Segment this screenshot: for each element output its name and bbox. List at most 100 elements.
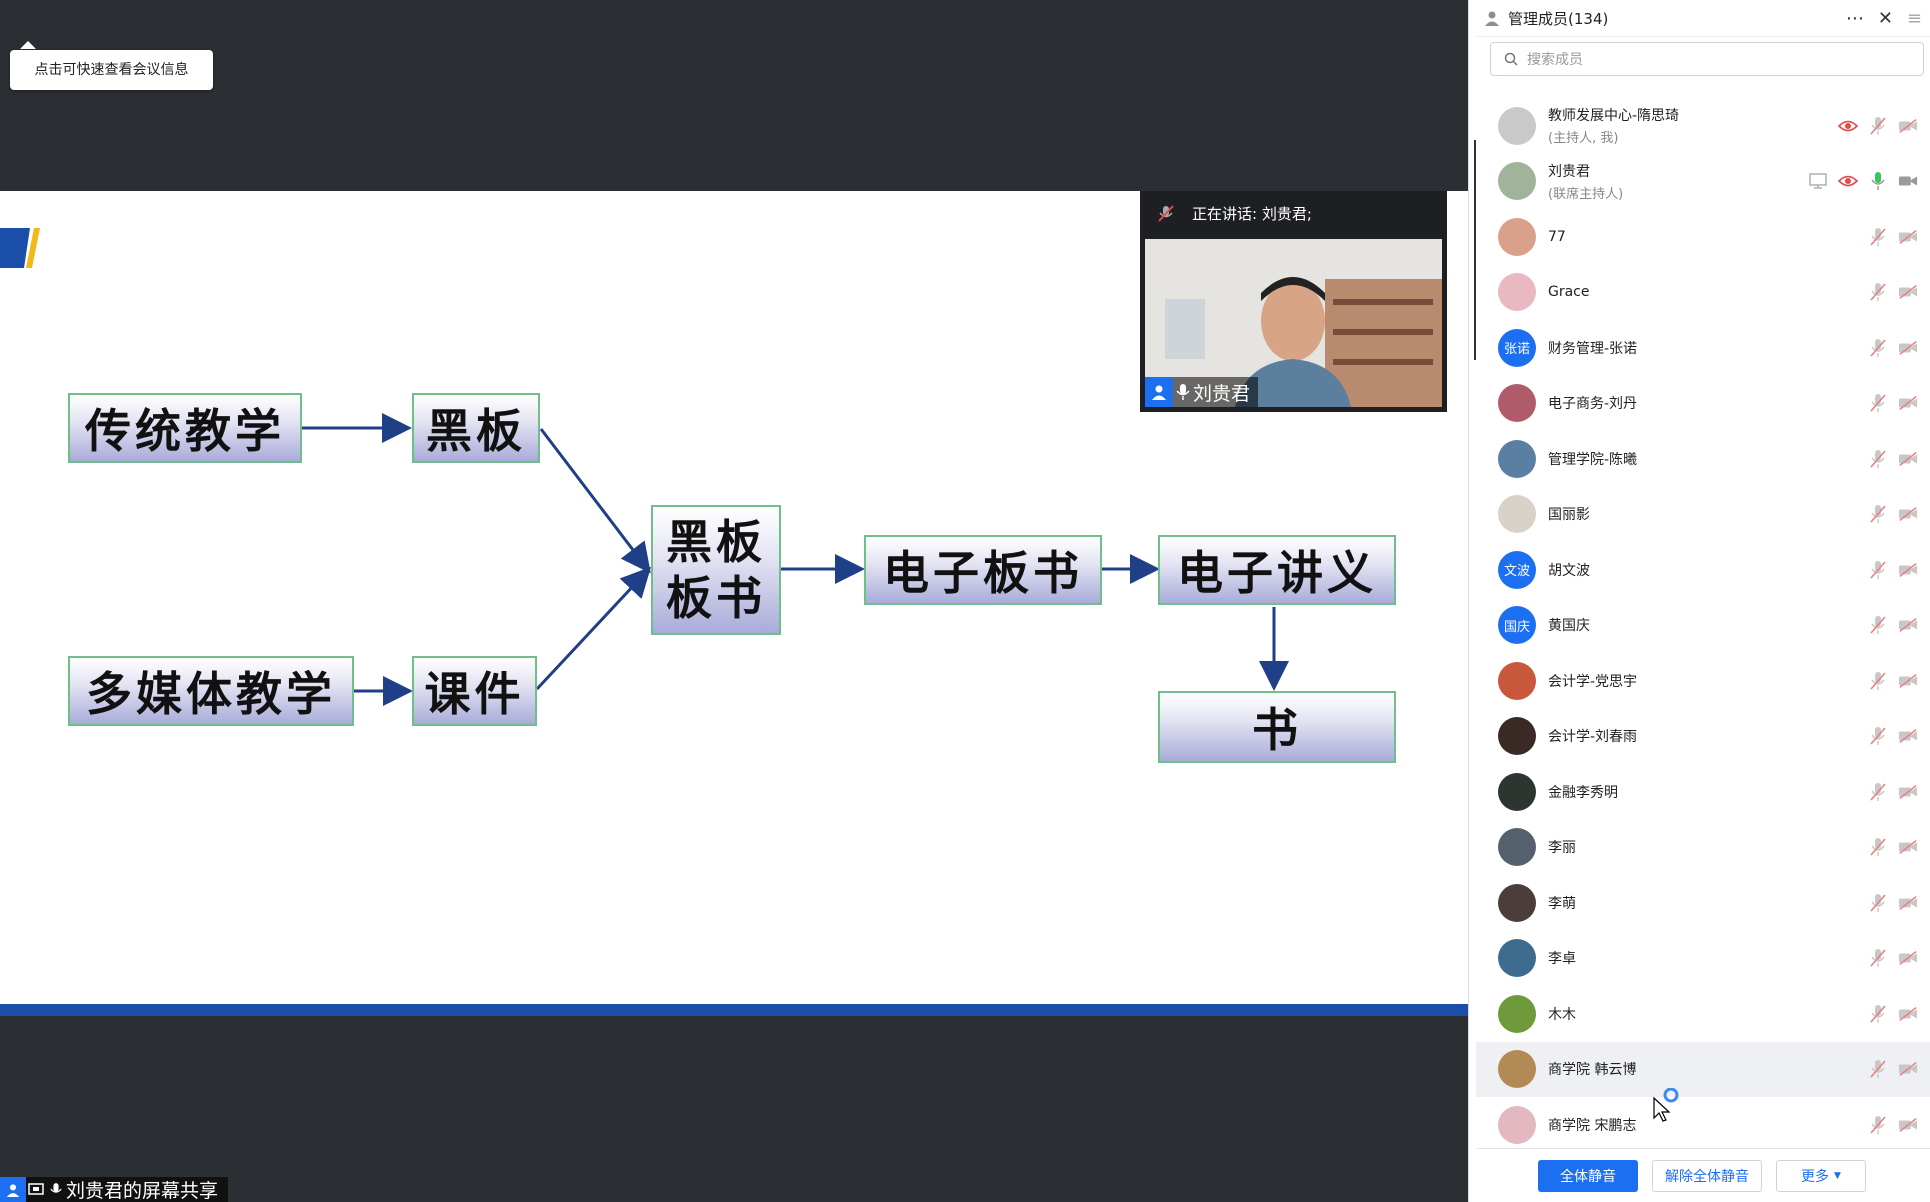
mute-all-button[interactable]: 全体静音 bbox=[1538, 1159, 1638, 1192]
node-label-line1: 黑板 bbox=[666, 515, 766, 569]
member-avatar bbox=[1498, 217, 1536, 256]
mic-muted-icon[interactable] bbox=[1868, 782, 1888, 802]
member-status-icons bbox=[1868, 726, 1918, 746]
camera-off-icon[interactable] bbox=[1898, 671, 1918, 691]
mic-muted-icon[interactable] bbox=[1868, 338, 1888, 358]
mic-muted-icon[interactable] bbox=[1868, 726, 1888, 746]
camera-off-icon[interactable] bbox=[1898, 504, 1918, 524]
camera-off-icon[interactable] bbox=[1898, 726, 1918, 746]
member-row[interactable]: Grace bbox=[1476, 265, 1930, 321]
meeting-stage: 点击可快速查看会议信息 传统教学 黑板 多媒体教学 课件 黑板 板书 电子板书 … bbox=[0, 0, 1468, 1202]
mic-muted-icon[interactable] bbox=[1868, 893, 1888, 913]
mic-muted-icon[interactable] bbox=[1868, 1004, 1888, 1024]
user-icon bbox=[1145, 377, 1173, 407]
member-row[interactable]: 会计学-刘春雨 bbox=[1476, 709, 1930, 765]
node-label: 多媒体教学 bbox=[86, 667, 336, 721]
mic-muted-icon[interactable] bbox=[1868, 671, 1888, 691]
mic-muted-icon[interactable] bbox=[1868, 560, 1888, 580]
node-label: 传统教学 bbox=[85, 404, 285, 458]
more-button[interactable]: 更多 ▼ bbox=[1776, 1159, 1866, 1192]
member-name-block: 国丽影 bbox=[1548, 504, 1590, 524]
camera-off-icon[interactable] bbox=[1898, 948, 1918, 968]
member-row[interactable]: 木木 bbox=[1476, 986, 1930, 1042]
camera-off-icon[interactable] bbox=[1898, 837, 1918, 857]
member-row[interactable]: 会计学-党思宇 bbox=[1476, 653, 1930, 709]
speaker-video: 刘贵君 bbox=[1145, 239, 1442, 407]
camera-off-icon[interactable] bbox=[1898, 560, 1918, 580]
mic-muted-icon[interactable] bbox=[1868, 1115, 1888, 1135]
member-row[interactable]: 李丽 bbox=[1476, 820, 1930, 876]
camera-off-icon[interactable] bbox=[1898, 615, 1918, 635]
camera-off-icon[interactable] bbox=[1898, 782, 1918, 802]
member-avatar bbox=[1498, 439, 1536, 478]
member-row[interactable]: 李萌 bbox=[1476, 875, 1930, 931]
eye-icon[interactable] bbox=[1838, 171, 1858, 191]
member-row[interactable]: 国丽影 bbox=[1476, 487, 1930, 543]
member-name-block: 商学院 宋鹏志 bbox=[1548, 1115, 1636, 1135]
mic-muted-icon[interactable] bbox=[1868, 504, 1888, 524]
mic-muted-icon[interactable] bbox=[1868, 282, 1888, 302]
member-name: 会计学-刘春雨 bbox=[1548, 729, 1638, 746]
member-row[interactable]: 文波 胡文波 bbox=[1476, 542, 1930, 598]
camera-off-icon[interactable] bbox=[1898, 393, 1918, 413]
close-icon[interactable]: ✕ bbox=[1878, 8, 1893, 29]
camera-off-icon[interactable] bbox=[1898, 1115, 1918, 1135]
member-name-block: 木木 bbox=[1548, 1004, 1576, 1024]
camera-off-icon[interactable] bbox=[1898, 282, 1918, 302]
camera-off-icon[interactable] bbox=[1898, 893, 1918, 913]
mic-muted-icon[interactable] bbox=[1868, 449, 1888, 469]
unmute-all-button[interactable]: 解除全体静音 bbox=[1652, 1159, 1762, 1192]
member-row[interactable]: 张诺 财务管理-张诺 bbox=[1476, 320, 1930, 376]
camera-off-icon[interactable] bbox=[1898, 227, 1918, 247]
member-status-icons bbox=[1868, 560, 1918, 580]
node-label: 黑板 bbox=[426, 404, 526, 458]
camera-icon[interactable] bbox=[1898, 171, 1918, 191]
member-row[interactable]: 金融李秀明 bbox=[1476, 764, 1930, 820]
mic-muted-icon[interactable] bbox=[1868, 615, 1888, 635]
member-row[interactable]: 李卓 bbox=[1476, 931, 1930, 987]
member-row[interactable]: 商学院 韩云博 bbox=[1476, 1041, 1930, 1097]
node-book: 书 bbox=[1158, 691, 1396, 763]
member-avatar bbox=[1498, 939, 1536, 978]
member-avatar bbox=[1498, 828, 1536, 867]
mic-muted-icon[interactable] bbox=[1868, 837, 1888, 857]
camera-off-icon[interactable] bbox=[1898, 116, 1918, 136]
member-list: 教师发展中心-隋思琦 (主持人, 我) 刘贵君 (联席主持人) 77 Grace 张诺 财务管… bbox=[1476, 98, 1930, 1153]
member-status-icons bbox=[1868, 615, 1918, 635]
member-name: 胡文波 bbox=[1548, 562, 1590, 579]
camera-off-icon[interactable] bbox=[1898, 1059, 1918, 1079]
camera-off-icon[interactable] bbox=[1898, 449, 1918, 469]
member-row[interactable]: 国庆 黄国庆 bbox=[1476, 598, 1930, 654]
member-row[interactable]: 商学院 宋鹏志 bbox=[1476, 1097, 1930, 1153]
member-status-icons bbox=[1868, 227, 1918, 247]
member-row[interactable]: 教师发展中心-隋思琦 (主持人, 我) bbox=[1476, 98, 1930, 154]
member-avatar bbox=[1498, 106, 1536, 145]
eye-icon[interactable] bbox=[1838, 116, 1858, 136]
member-name-block: 77 bbox=[1548, 229, 1566, 245]
mic-icon[interactable] bbox=[1868, 171, 1888, 191]
active-speaker-window[interactable]: 正在讲话: 刘贵君; 刘贵君 bbox=[1140, 191, 1447, 412]
camera-off-icon[interactable] bbox=[1898, 1004, 1918, 1024]
node-label: 电子讲义 bbox=[1177, 546, 1377, 600]
mic-muted-icon[interactable] bbox=[1868, 948, 1888, 968]
member-status-icons bbox=[1868, 837, 1918, 857]
menu-icon[interactable]: ≡ bbox=[1907, 8, 1922, 29]
mic-muted-icon[interactable] bbox=[1868, 116, 1888, 136]
screen-share-owner: 刘贵君的屏幕共享 bbox=[66, 1180, 219, 1202]
member-row[interactable]: 刘贵君 (联席主持人) bbox=[1476, 154, 1930, 210]
meeting-info-tooltip[interactable]: 点击可快速查看会议信息 bbox=[10, 41, 213, 90]
mic-muted-icon[interactable] bbox=[1868, 227, 1888, 247]
member-row[interactable]: 77 bbox=[1476, 209, 1930, 265]
mic-muted-icon[interactable] bbox=[1868, 1059, 1888, 1079]
member-status-icons bbox=[1808, 171, 1918, 191]
screen-share-icon[interactable] bbox=[1808, 171, 1828, 191]
more-options-icon[interactable]: ⋯ bbox=[1846, 8, 1864, 29]
member-search-input[interactable]: 搜索成员 bbox=[1490, 42, 1924, 76]
member-row[interactable]: 管理学院-陈曦 bbox=[1476, 431, 1930, 487]
member-status-icons bbox=[1868, 338, 1918, 358]
camera-off-icon[interactable] bbox=[1898, 338, 1918, 358]
speaker-name-label: 刘贵君 bbox=[1145, 377, 1259, 407]
member-row[interactable]: 电子商务-刘丹 bbox=[1476, 376, 1930, 432]
mic-muted-icon[interactable] bbox=[1868, 393, 1888, 413]
member-role: (主持人, 我) bbox=[1548, 131, 1619, 147]
